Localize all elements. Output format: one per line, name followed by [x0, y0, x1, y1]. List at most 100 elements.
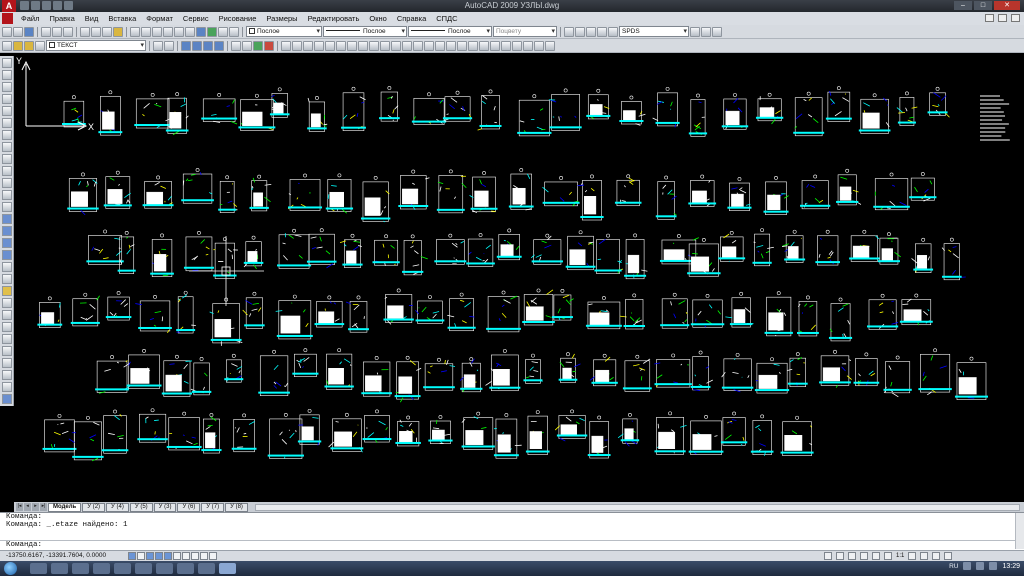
gradient-icon[interactable]: [2, 238, 12, 248]
spds-tool-18-icon[interactable]: [468, 40, 478, 51]
text-style-combo[interactable]: ТЕКСТ: [46, 40, 146, 51]
find-text-icon[interactable]: [586, 26, 596, 37]
array-icon[interactable]: [2, 334, 12, 344]
menu-dimension[interactable]: Размеры: [261, 14, 302, 23]
clean-screen-icon[interactable]: [944, 552, 953, 560]
trim-icon[interactable]: [2, 394, 12, 404]
autocad-task-icon[interactable]: [219, 563, 236, 574]
grid-toggle[interactable]: [137, 552, 145, 560]
layer-freeze-icon[interactable]: [24, 40, 34, 51]
multiline-text-icon[interactable]: [2, 274, 12, 284]
ducs-toggle[interactable]: [182, 552, 190, 560]
osnap-toggle[interactable]: [164, 552, 172, 560]
maximize-button[interactable]: □: [974, 1, 992, 10]
tab-layout-7[interactable]: У (7): [201, 502, 225, 512]
dyn-toggle[interactable]: [191, 552, 199, 560]
design-center-icon[interactable]: [207, 26, 217, 37]
spds-tool-9-icon[interactable]: [369, 40, 379, 51]
lock-icon[interactable]: [932, 552, 941, 560]
drawing-canvas[interactable]: Y X: [14, 56, 1024, 502]
workspace-icon[interactable]: [920, 552, 929, 560]
menu-view[interactable]: Вид: [80, 14, 104, 23]
help-icon[interactable]: [229, 26, 239, 37]
zoom-previous-icon[interactable]: [185, 26, 195, 37]
spds-tool-25-icon[interactable]: [545, 40, 555, 51]
close-button[interactable]: ✕: [994, 1, 1020, 10]
new-icon[interactable]: [2, 26, 12, 37]
polygon-icon[interactable]: [2, 94, 12, 104]
view-front-icon[interactable]: [192, 40, 202, 51]
quick-view-icon[interactable]: [836, 552, 844, 560]
network-icon[interactable]: [963, 562, 972, 570]
make-current-layer-icon[interactable]: [164, 40, 174, 51]
view-left-icon[interactable]: [203, 40, 213, 51]
doc-close-button[interactable]: [1011, 14, 1020, 22]
spds-tool-17-icon[interactable]: [457, 40, 467, 51]
menu-help[interactable]: Справка: [392, 14, 431, 23]
qp-toggle[interactable]: [209, 552, 217, 560]
plotstyle-combo[interactable]: Поцвету: [493, 26, 557, 37]
tab-layout-5[interactable]: У (5): [129, 502, 153, 512]
menu-modify[interactable]: Редактировать: [303, 14, 365, 23]
ortho-toggle[interactable]: [146, 552, 154, 560]
properties-icon[interactable]: [196, 26, 206, 37]
redo-icon[interactable]: [141, 26, 151, 37]
rotate-icon[interactable]: [2, 358, 12, 368]
menu-draw[interactable]: Рисование: [214, 14, 262, 23]
point-icon[interactable]: [2, 214, 12, 224]
undo-icon[interactable]: [130, 26, 140, 37]
save-icon[interactable]: [24, 26, 34, 37]
spds-tool-11-icon[interactable]: [391, 40, 401, 51]
menu-file[interactable]: Файл: [16, 14, 44, 23]
polar-toggle[interactable]: [155, 552, 163, 560]
spell-icon[interactable]: [597, 26, 607, 37]
tab-next-button[interactable]: ▸: [32, 503, 39, 511]
excel-task-icon[interactable]: [93, 563, 110, 574]
spds-tool-24-icon[interactable]: [534, 40, 544, 51]
text-style-icon[interactable]: [564, 26, 574, 37]
menu-window[interactable]: Окно: [364, 14, 391, 23]
lwt-toggle[interactable]: [200, 552, 208, 560]
line-icon[interactable]: [2, 58, 12, 68]
shade-conceptual-icon[interactable]: [264, 40, 274, 51]
layer-on-icon[interactable]: [13, 40, 23, 51]
layer-manager-icon[interactable]: [2, 40, 12, 51]
spds-tool-3-icon[interactable]: [303, 40, 313, 51]
folder-task-icon[interactable]: [51, 563, 68, 574]
viewer-task-icon[interactable]: [156, 563, 173, 574]
doc-minimize-button[interactable]: [985, 14, 994, 22]
doc-restore-button[interactable]: [998, 14, 1007, 22]
word-task-icon[interactable]: [114, 563, 131, 574]
view-iso-icon[interactable]: [214, 40, 224, 51]
construction-line-icon[interactable]: [2, 70, 12, 80]
spds-tool-20-icon[interactable]: [490, 40, 500, 51]
steering-wheel-icon[interactable]: [872, 552, 880, 560]
paste-icon[interactable]: [102, 26, 112, 37]
leader-icon[interactable]: [712, 26, 722, 37]
ellipse-icon[interactable]: [2, 166, 12, 176]
make-block-icon[interactable]: [2, 202, 12, 212]
pan-status-icon[interactable]: [848, 552, 856, 560]
zoom-status-icon[interactable]: [860, 552, 868, 560]
spds-tool-16-icon[interactable]: [446, 40, 456, 51]
windows-start-icon[interactable]: [4, 562, 17, 575]
match-properties-icon[interactable]: [113, 26, 123, 37]
scale-icon[interactable]: [2, 370, 12, 380]
tab-prev-button[interactable]: ◂: [24, 503, 31, 511]
snap-toggle[interactable]: [128, 552, 136, 560]
model-space-icon[interactable]: [824, 552, 832, 560]
scale-text-icon[interactable]: [608, 26, 618, 37]
otrack-toggle[interactable]: [173, 552, 181, 560]
browser-task-icon[interactable]: [72, 563, 89, 574]
spds-tool-12-icon[interactable]: [402, 40, 412, 51]
tab-layout-2[interactable]: У (2): [82, 502, 106, 512]
menu-insert[interactable]: Вставка: [103, 14, 141, 23]
spds-tool-14-icon[interactable]: [424, 40, 434, 51]
tab-last-button[interactable]: ▸|: [40, 503, 47, 511]
erase-icon[interactable]: [2, 286, 12, 296]
open-icon[interactable]: [13, 26, 23, 37]
dim-edit-icon[interactable]: [690, 26, 700, 37]
copy-icon[interactable]: [91, 26, 101, 37]
settings-task-icon[interactable]: [177, 563, 194, 574]
menu-edit[interactable]: Правка: [44, 14, 79, 23]
